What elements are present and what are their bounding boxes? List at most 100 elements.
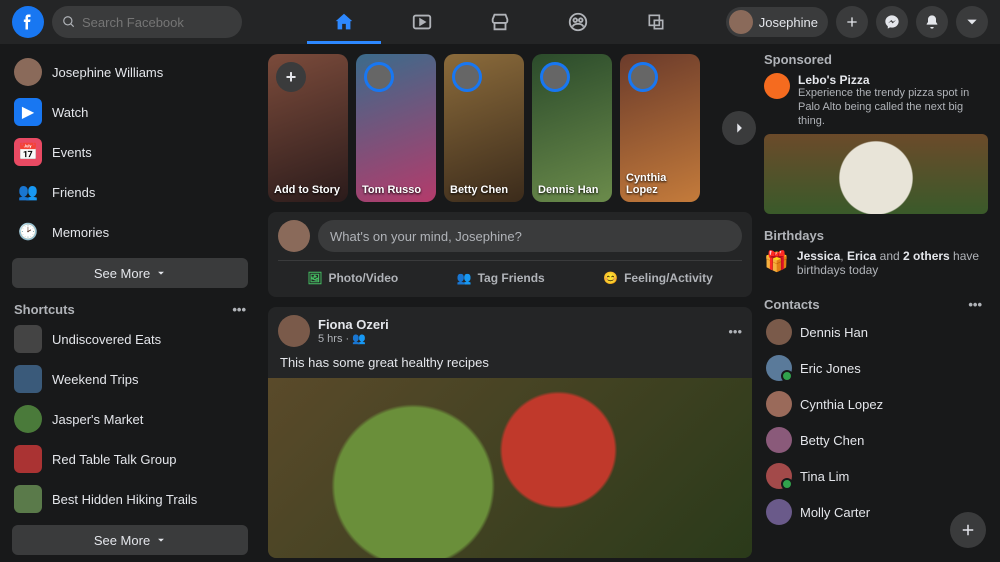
story-card[interactable]: Betty Chen <box>444 54 524 202</box>
post-text: This has some great healthy recipes <box>268 355 752 378</box>
sponsored-title: Sponsored <box>764 52 988 67</box>
profile-chip[interactable]: Josephine <box>726 7 828 37</box>
see-more-button[interactable]: See More <box>12 258 248 288</box>
see-more-shortcuts-button[interactable]: See More <box>12 525 248 555</box>
search-box[interactable] <box>52 6 242 38</box>
post-image[interactable] <box>268 378 752 558</box>
shortcut-thumb <box>14 445 42 473</box>
nav-groups[interactable] <box>539 0 617 44</box>
story-card[interactable]: Dennis Han <box>532 54 612 202</box>
search-icon <box>62 15 76 29</box>
shortcut-thumb <box>14 325 42 353</box>
account-menu-button[interactable] <box>956 6 988 38</box>
new-message-fab[interactable] <box>950 512 986 548</box>
nav-home[interactable] <box>305 0 383 44</box>
sidebar-item-profile[interactable]: Josephine Williams <box>8 52 252 92</box>
friends-icon: 👥 <box>14 178 42 206</box>
tag-icon: 👥 <box>457 271 472 285</box>
shortcut-label: Undiscovered Eats <box>52 332 161 347</box>
composer-feeling[interactable]: 😊Feeling/Activity <box>593 267 723 289</box>
plus-icon <box>959 521 977 539</box>
avatar <box>278 220 310 252</box>
contact-item[interactable]: Dennis Han <box>764 314 988 350</box>
sponsor-image[interactable] <box>764 134 988 214</box>
shortcut-thumb <box>14 485 42 513</box>
avatar[interactable] <box>278 315 310 347</box>
stories-next-button[interactable] <box>722 111 756 145</box>
header-right: Josephine <box>726 6 988 38</box>
story-card[interactable]: Cynthia Lopez <box>620 54 700 202</box>
contact-name: Molly Carter <box>800 505 870 520</box>
sponsored-item[interactable]: Lebo's Pizza Experience the trendy pizza… <box>764 73 988 128</box>
messenger-button[interactable] <box>876 6 908 38</box>
notifications-button[interactable] <box>916 6 948 38</box>
memories-icon: 🕑 <box>14 218 42 246</box>
shortcut-label: Jasper's Market <box>52 412 143 427</box>
nav-gaming[interactable] <box>617 0 695 44</box>
story-label: Tom Russo <box>362 184 430 196</box>
more-icon[interactable]: ••• <box>232 302 246 317</box>
contact-item[interactable]: Betty Chen <box>764 422 988 458</box>
top-nav <box>305 0 695 44</box>
avatar <box>729 10 753 34</box>
bell-icon <box>924 14 940 30</box>
chevron-down-icon <box>965 15 979 29</box>
plus-icon: + <box>276 62 306 92</box>
shortcut-item[interactable]: Jasper's Market <box>8 399 252 439</box>
contact-name: Eric Jones <box>800 361 861 376</box>
composer-action-label: Photo/Video <box>328 271 398 285</box>
story-avatar <box>452 62 482 92</box>
story-label: Cynthia Lopez <box>626 172 694 196</box>
more-icon[interactable]: ••• <box>968 297 982 312</box>
nav-watch[interactable] <box>383 0 461 44</box>
sidebar-item-events[interactable]: 📅Events <box>8 132 252 172</box>
sidebar-item-watch[interactable]: ▶Watch <box>8 92 252 132</box>
story-add[interactable]: +Add to Story <box>268 54 348 202</box>
audience-icon: 👥 <box>352 333 366 345</box>
story-card[interactable]: Tom Russo <box>356 54 436 202</box>
composer-input[interactable]: What's on your mind, Josephine? <box>318 220 742 252</box>
sidebar-item-friends[interactable]: 👥 Friends <box>8 172 252 212</box>
plus-icon <box>844 14 860 30</box>
story-avatar <box>364 62 394 92</box>
sidebar-item-label: Friends <box>52 185 95 200</box>
create-button[interactable] <box>836 6 868 38</box>
marketplace-icon <box>489 11 511 33</box>
contact-item[interactable]: Cynthia Lopez <box>764 386 988 422</box>
avatar <box>766 499 792 525</box>
shortcut-item[interactable]: Undiscovered Eats <box>8 319 252 359</box>
contact-item[interactable]: Tina Lim <box>764 458 988 494</box>
search-input[interactable] <box>82 15 222 30</box>
story-label: Dennis Han <box>538 184 606 196</box>
shortcut-label: Red Table Talk Group <box>52 452 177 467</box>
stories-tray: +Add to Story Tom Russo Betty Chen Denni… <box>268 54 752 202</box>
shortcut-item[interactable]: Weekend Trips <box>8 359 252 399</box>
sidebar-item-memories[interactable]: 🕑 Memories <box>8 212 252 252</box>
composer-photo-video[interactable]: 🖼Photo/Video <box>297 267 408 289</box>
avatar <box>766 427 792 453</box>
composer-action-label: Tag Friends <box>478 271 545 285</box>
shortcuts-title: Shortcuts <box>14 302 75 317</box>
shortcut-item[interactable]: Best Hidden Hiking Trails <box>8 479 252 519</box>
nav-marketplace[interactable] <box>461 0 539 44</box>
chevron-right-icon <box>732 121 746 135</box>
see-more-label: See More <box>94 533 150 548</box>
shortcut-item[interactable]: Red Table Talk Group <box>8 439 252 479</box>
post-more-button[interactable]: ••• <box>728 324 742 339</box>
facebook-logo[interactable] <box>12 6 44 38</box>
sponsor-desc: Experience the trendy pizza spot in Palo… <box>798 87 988 128</box>
post-card: Fiona Ozeri 5 hrs · 👥 ••• This has some … <box>268 307 752 558</box>
post-author[interactable]: Fiona Ozeri <box>318 317 389 332</box>
shortcut-thumb <box>14 405 42 433</box>
contact-item[interactable]: Eric Jones <box>764 350 988 386</box>
composer: What's on your mind, Josephine? 🖼Photo/V… <box>268 212 752 297</box>
sidebar-item-label: Josephine Williams <box>52 65 163 80</box>
avatar <box>766 463 792 489</box>
birthdays-line[interactable]: 🎁 Jessica, Erica and 2 others have birth… <box>764 249 988 277</box>
sidebar-item-label: Memories <box>52 225 109 240</box>
shortcut-label: Weekend Trips <box>52 372 138 387</box>
story-avatar <box>628 62 658 92</box>
home-icon <box>333 11 355 33</box>
contact-name: Tina Lim <box>800 469 849 484</box>
composer-tag-friends[interactable]: 👥 Tag Friends <box>447 267 555 289</box>
